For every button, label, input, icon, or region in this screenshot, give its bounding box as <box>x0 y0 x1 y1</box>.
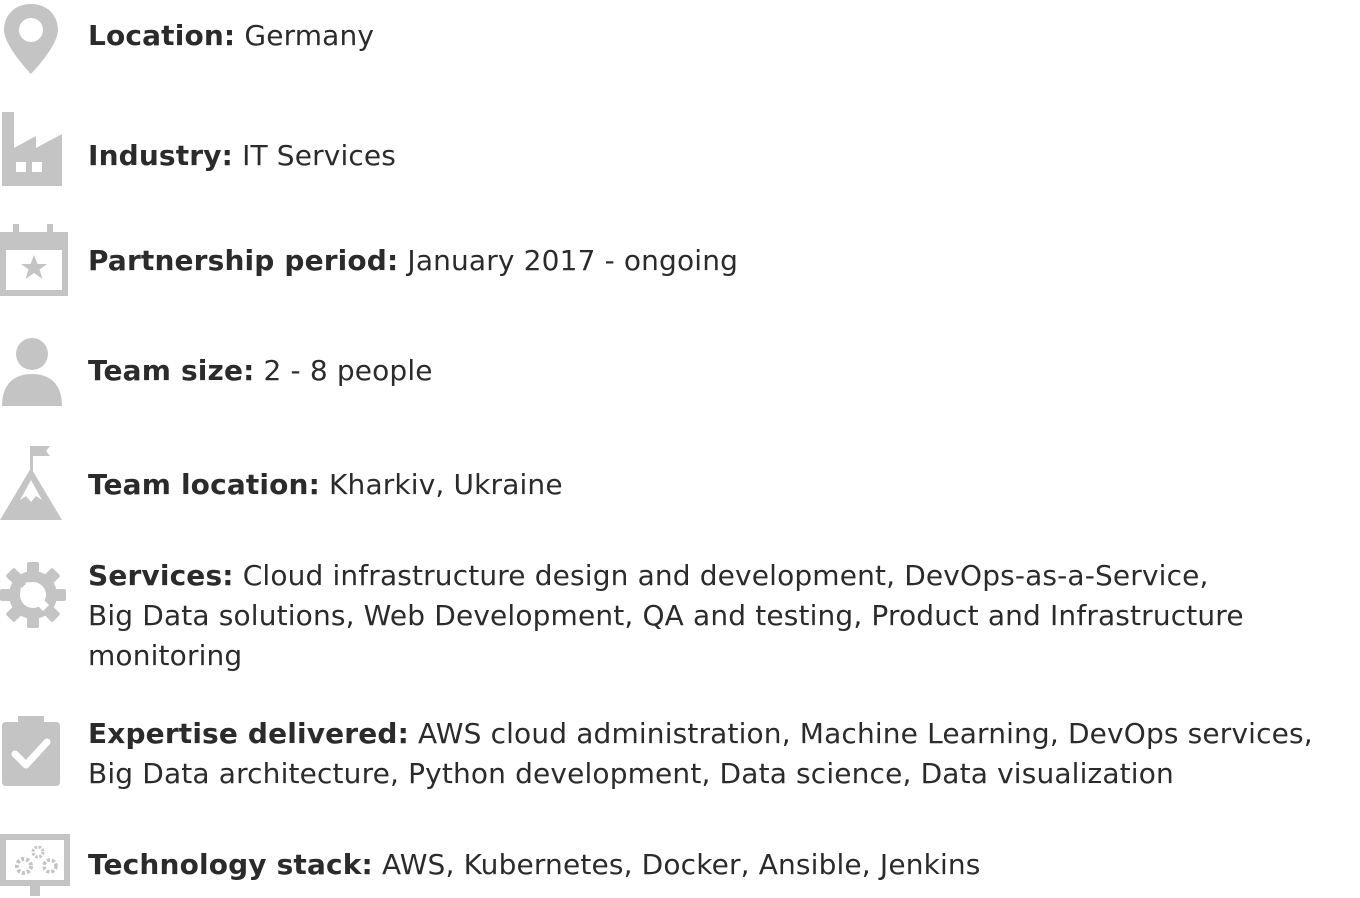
info-value: 2 - 8 people <box>263 354 433 387</box>
info-text: Industry: IT Services <box>88 136 1356 176</box>
info-text: Expertise delivered: AWS cloud administr… <box>88 714 1356 794</box>
calendar-icon <box>0 224 68 298</box>
info-value: IT Services <box>242 139 397 172</box>
location-pin-icon <box>0 2 62 76</box>
info-label: Team location: <box>88 468 320 501</box>
mountain-flag-icon <box>0 444 64 522</box>
info-label: Partnership period: <box>88 244 399 277</box>
info-text: Technology stack: AWS, Kubernetes, Docke… <box>88 845 1356 885</box>
factory-icon <box>0 112 64 188</box>
info-label: Industry: <box>88 139 233 172</box>
info-text: Partnership period: January 2017 - ongoi… <box>88 241 1356 281</box>
monitor-gears-icon <box>0 834 72 898</box>
info-label: Services: <box>88 559 234 592</box>
clipboard-check-icon <box>0 714 62 788</box>
info-text: Services: Cloud infrastructure design an… <box>88 556 1356 676</box>
info-label: Location: <box>88 19 236 52</box>
info-label: Technology stack: <box>88 848 373 881</box>
info-label: Team size: <box>88 354 255 387</box>
info-text: Team location: Kharkiv, Ukraine <box>88 465 1356 505</box>
info-value: AWS, Kubernetes, Docker, Ansible, Jenkin… <box>381 848 981 881</box>
info-value: Kharkiv, Ukraine <box>329 468 563 501</box>
info-label: Expertise delivered: <box>88 717 409 750</box>
info-text: Team size: 2 - 8 people <box>88 351 1356 391</box>
info-value: January 2017 - ongoing <box>407 244 739 277</box>
person-icon <box>0 336 64 408</box>
info-value: Cloud infrastructure design and developm… <box>88 559 1244 672</box>
info-text: Location: Germany <box>88 16 1356 56</box>
info-value: Germany <box>244 19 375 52</box>
gear-wrench-icon <box>0 562 66 628</box>
